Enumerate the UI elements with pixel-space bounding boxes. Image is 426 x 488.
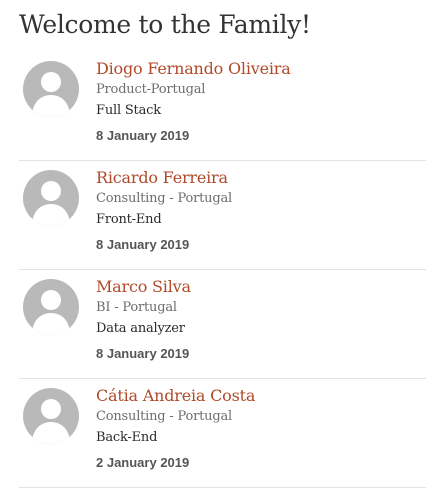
join-date: 8 January 2019 (96, 237, 190, 252)
person-name-link[interactable]: Diogo Fernando Oliveira (96, 58, 426, 80)
join-date: 2 January 2019 (96, 455, 190, 470)
default-user-avatar-icon[interactable] (23, 388, 79, 444)
person-info: Diogo Fernando Oliveira Product-Portugal… (96, 58, 426, 146)
default-user-avatar-icon[interactable] (23, 170, 79, 226)
default-user-avatar-icon[interactable] (23, 61, 79, 117)
join-date: 8 January 2019 (96, 346, 190, 361)
page-title: Welcome to the Family! (19, 10, 311, 39)
list-item: Cátia Andreia Costa Consulting - Portuga… (19, 379, 426, 488)
default-user-avatar-icon[interactable] (23, 279, 79, 335)
list-item: Diogo Fernando Oliveira Product-Portugal… (19, 52, 426, 161)
person-name-link[interactable]: Ricardo Ferreira (96, 167, 426, 189)
person-role: Back-End (96, 430, 158, 445)
person-role: Full Stack (96, 103, 161, 118)
person-department: Product-Portugal (96, 82, 206, 97)
person-name-link[interactable]: Cátia Andreia Costa (96, 385, 426, 407)
join-date: 8 January 2019 (96, 128, 190, 143)
person-role: Data analyzer (96, 321, 185, 336)
person-info: Cátia Andreia Costa Consulting - Portuga… (96, 385, 426, 473)
person-department: Consulting - Portugal (96, 191, 232, 206)
person-info: Marco Silva BI - Portugal Data analyzer … (96, 276, 426, 364)
list-item: Marco Silva BI - Portugal Data analyzer … (19, 270, 426, 379)
new-members-list: Diogo Fernando Oliveira Product-Portugal… (19, 52, 426, 488)
person-department: BI - Portugal (96, 300, 177, 315)
person-info: Ricardo Ferreira Consulting - Portugal F… (96, 167, 426, 255)
person-department: Consulting - Portugal (96, 409, 232, 424)
person-role: Front-End (96, 212, 162, 227)
list-item: Ricardo Ferreira Consulting - Portugal F… (19, 161, 426, 270)
person-name-link[interactable]: Marco Silva (96, 276, 426, 298)
